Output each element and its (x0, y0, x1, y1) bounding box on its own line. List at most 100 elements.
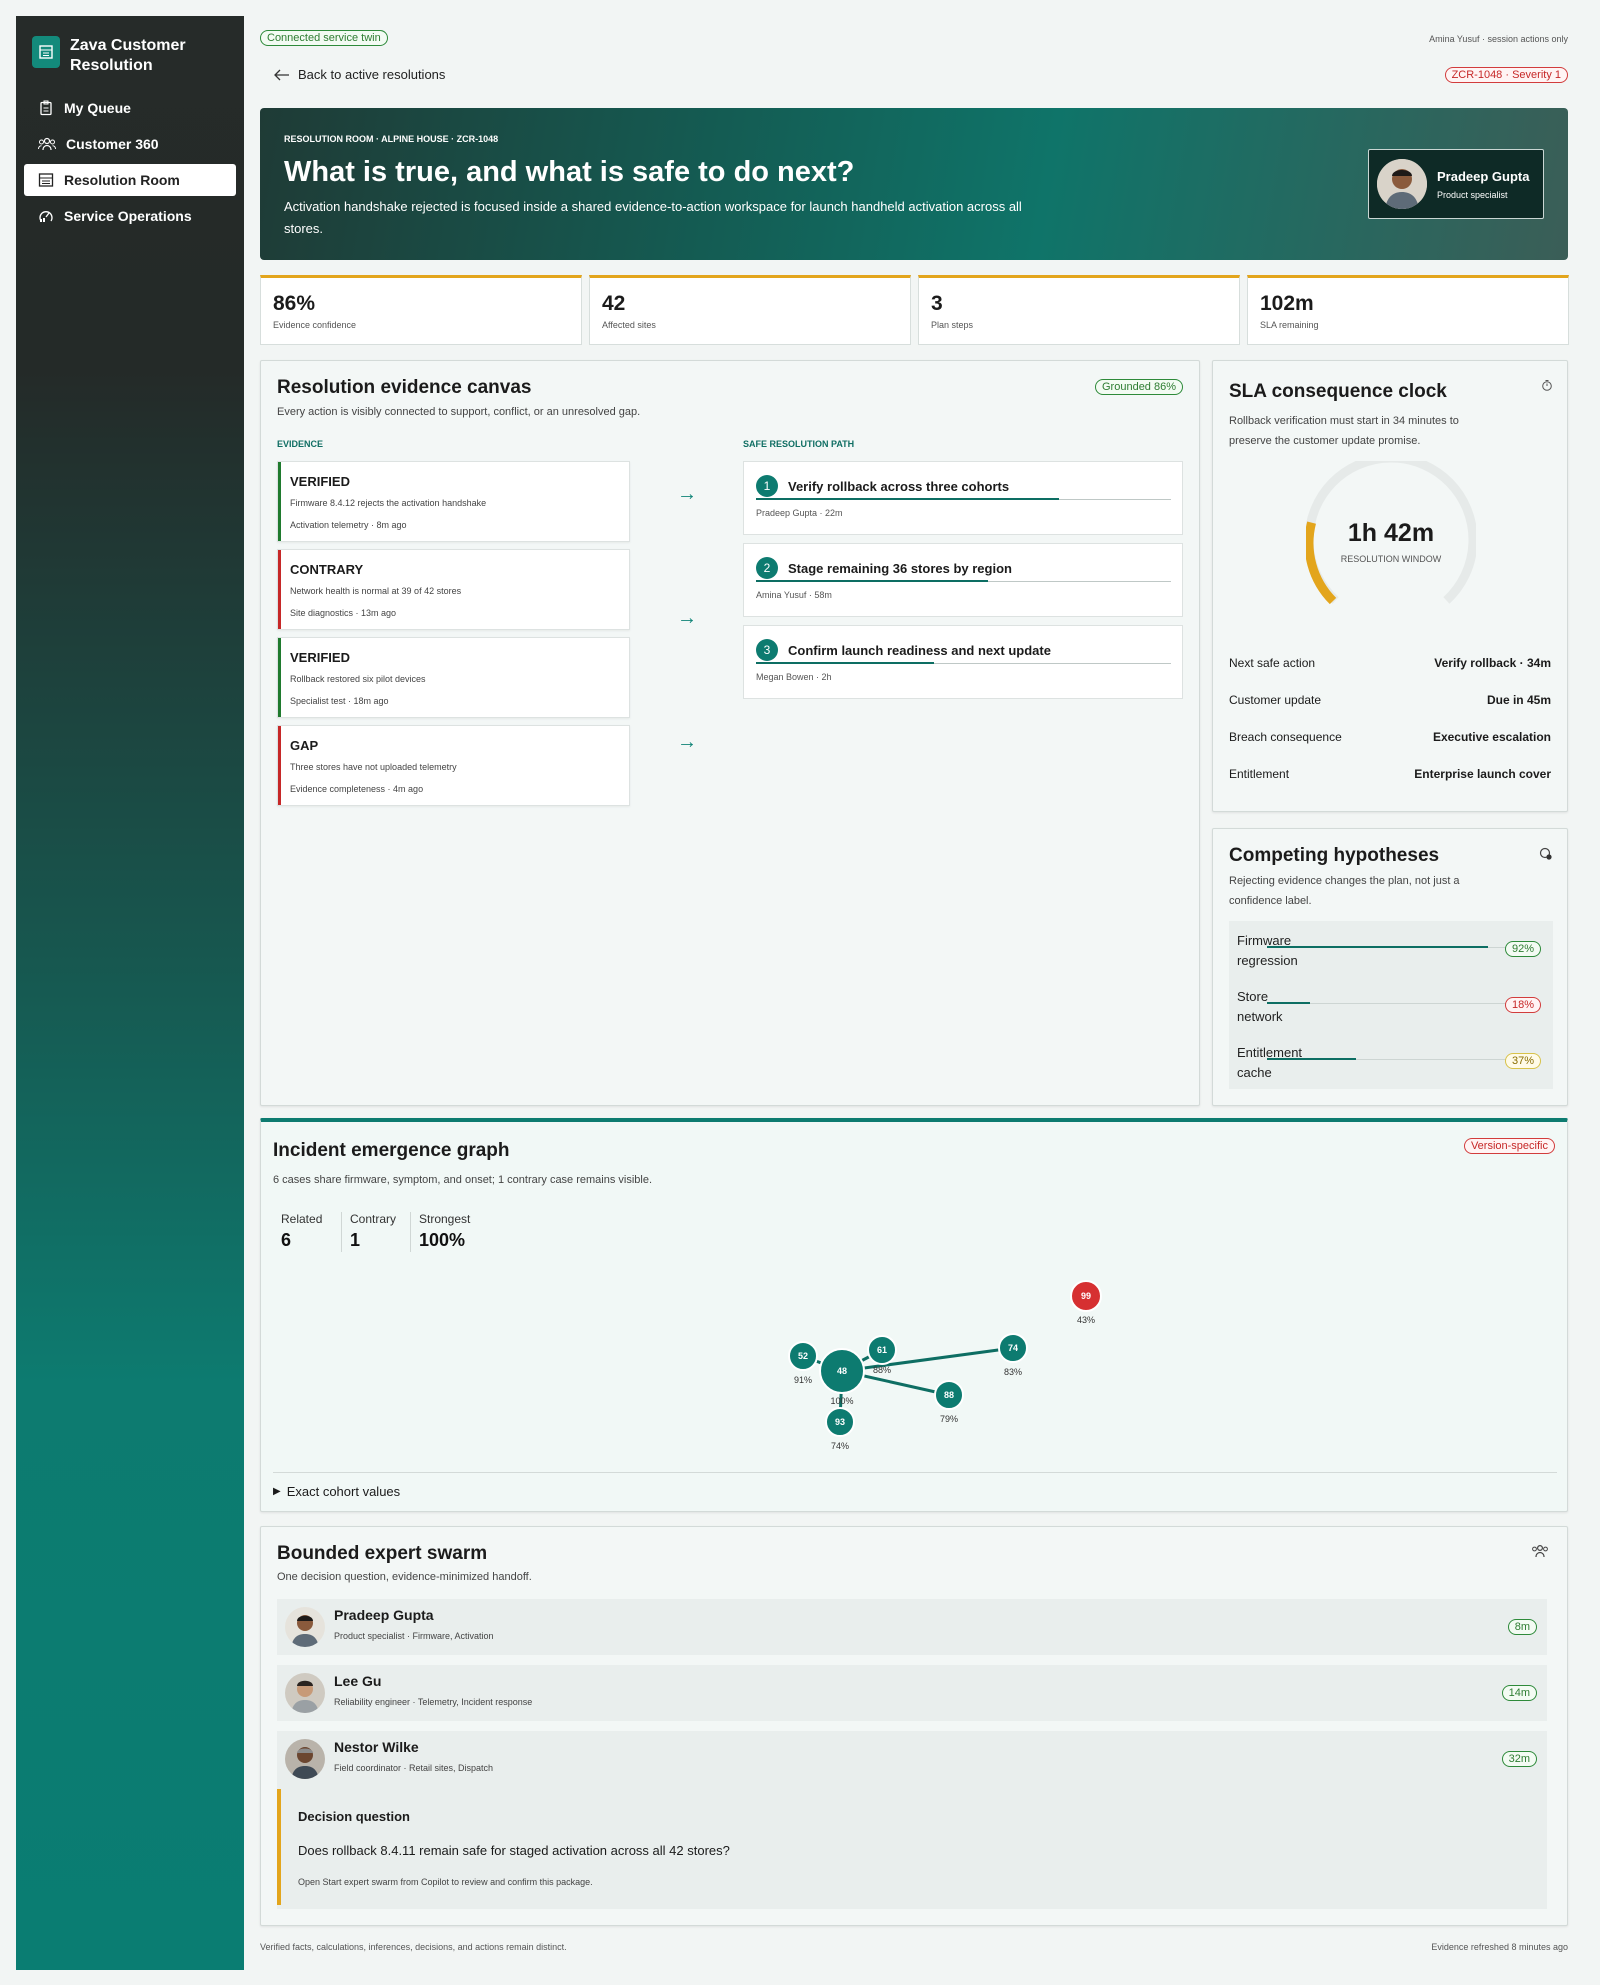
sla-row-label: Next safe action (1229, 656, 1316, 670)
node-pct: 43% (1077, 1315, 1095, 1325)
sla-row-value: Due in 45m (1486, 693, 1551, 707)
evidence-item[interactable]: VERIFIED Rollback restored six pilot devi… (277, 637, 630, 718)
expert-name: Lee Gu (334, 1673, 382, 1689)
hypothesis-name-line: Store (1237, 989, 1269, 1004)
avatar (285, 1607, 325, 1647)
graph-node[interactable]: 74 83% (998, 1333, 1028, 1377)
divider (341, 1212, 342, 1252)
incident-graph-card: Incident emergence graph Version-specifi… (260, 1118, 1568, 1512)
expert-row[interactable]: Lee Gu Reliability engineer · Telemetry,… (277, 1665, 1547, 1721)
canvas-title: Resolution evidence canvas (277, 377, 532, 398)
evidence-label: EVIDENCE (277, 439, 324, 449)
step-meta: Amina Yusuf · 58m (756, 590, 832, 600)
step-progress-track (756, 580, 1171, 582)
footer-refresh: Evidence refreshed 8 minutes ago (1431, 1942, 1568, 1952)
swarm-subtitle: One decision question, evidence-minimize… (277, 1571, 532, 1583)
hypothesis-name: Entitlement cache (1237, 1043, 1302, 1083)
step-progress-fill (756, 498, 1059, 500)
graph-node[interactable]: 48 100% (819, 1348, 865, 1406)
expert-row[interactable]: Pradeep Gupta Product specialist · Firmw… (277, 1599, 1547, 1655)
step-meta: Megan Bowen · 2h (756, 672, 832, 682)
canvas-subtitle: Every action is visibly connected to sup… (277, 406, 641, 418)
expert-eta: 14m (1501, 1685, 1537, 1701)
evidence-item[interactable]: GAP Three stores have not uploaded teleme… (277, 725, 630, 806)
graph-subtitle: 6 cases share firmware, symptom, and ons… (273, 1174, 653, 1186)
node-pct: 79% (940, 1414, 958, 1424)
hypothesis-item[interactable]: Entitlement cache 37% (1229, 1033, 1553, 1089)
back-link[interactable]: Back to active resolutions (274, 67, 445, 82)
path-label: SAFE RESOLUTION PATH (743, 439, 855, 449)
brand[interactable]: Zava Customer Resolution (32, 36, 232, 76)
step-number: 1 (756, 475, 778, 497)
clipboard-icon (40, 100, 52, 116)
graph-node[interactable]: 88 79% (934, 1380, 964, 1424)
plan-step[interactable]: 2 Stage remaining 36 stores by region Amin… (743, 543, 1183, 617)
clock-label: RESOLUTION WINDOW (1340, 554, 1442, 564)
kpi-value: 42 (602, 292, 626, 315)
owner-card[interactable]: Pradeep Gupta Product specialist (1368, 149, 1544, 219)
kpi-value: 3 (931, 292, 943, 315)
evidence-text: Rollback restored six pilot devices (290, 674, 426, 684)
hypothesis-item[interactable]: Store network 18% (1229, 977, 1553, 1033)
nav-item-customer-360[interactable]: Customer 360 (24, 128, 236, 160)
hypothesis-track (1267, 946, 1507, 948)
stat-related: Related 6 (281, 1212, 322, 1251)
decision-hint: Open Start expert swarm from Copilot to … (298, 1877, 593, 1887)
evidence-marker (278, 550, 281, 629)
owner-name: Pradeep Gupta (1437, 168, 1530, 184)
graph-node[interactable]: 93 74% (825, 1407, 855, 1451)
kpi-label: SLA remaining (1260, 320, 1319, 330)
hypotheses-card: Competing hypotheses Rejecting evidence … (1212, 828, 1568, 1106)
evidence-kind: GAP (290, 738, 319, 753)
kpi-affected-sites: 42 Affected sites (589, 275, 911, 345)
node-id: 61 (877, 1345, 887, 1355)
hypothesis-item[interactable]: Firmware regression 92% (1229, 921, 1553, 977)
kpi-value: 102m (1260, 292, 1314, 315)
evidence-meta: Evidence completeness · 4m ago (290, 784, 424, 794)
plan-step[interactable]: 1 Verify rollback across three cohorts Pra… (743, 461, 1183, 535)
graph-node[interactable]: 52 91% (788, 1341, 818, 1385)
plan-step[interactable]: 3 Confirm launch readiness and next updat… (743, 625, 1183, 699)
expert-eta: 8m (1507, 1619, 1537, 1635)
node-id: 99 (1081, 1291, 1091, 1301)
hypothesis-fill (1267, 946, 1488, 948)
kpi-label: Evidence confidence (273, 320, 357, 330)
hypothesis-name: Store network (1237, 987, 1283, 1027)
sla-row-label: Entitlement (1229, 767, 1290, 781)
arrow-left-icon (274, 69, 289, 80)
hypothesis-name-line: Firmware (1237, 933, 1292, 948)
evidence-item[interactable]: CONTRARY Network health is normal at 39 o… (277, 549, 630, 630)
nav-item-service-operations[interactable]: Service Operations (24, 200, 236, 232)
decision-question-panel: Decision question Does rollback 8.4.11 r… (277, 1789, 1547, 1905)
hero-kicker: RESOLUTION ROOM · ALPINE HOUSE · ZCR-104… (284, 134, 499, 144)
nav-item-resolution-room[interactable]: Resolution Room (24, 164, 236, 196)
node-pct: 88% (873, 1365, 891, 1375)
stat-contrary: Contrary 1 (350, 1212, 396, 1251)
version-badge: Version-specific (1463, 1138, 1555, 1154)
graph-node-contrary[interactable]: 99 43% (1070, 1280, 1102, 1325)
sla-row-value: Executive escalation (1432, 730, 1551, 744)
severity-pill: ZCR-1048 · Severity 1 (1444, 67, 1568, 83)
building-icon (32, 36, 60, 68)
kpi-plan-steps: 3 Plan steps (918, 275, 1240, 345)
graph-node[interactable]: 61 88% (867, 1335, 897, 1375)
swarm-title: Bounded expert swarm (277, 1543, 488, 1564)
stat-label: Strongest (419, 1212, 471, 1226)
node-id: 52 (798, 1351, 808, 1361)
evidence-item[interactable]: VERIFIED Firmware 8.4.12 rejects the acti… (277, 461, 630, 542)
kpi-label: Plan steps (931, 320, 974, 330)
decision-label: Decision question (298, 1809, 410, 1824)
cohort-details-toggle[interactable]: ▶ Exact cohort values (273, 1484, 400, 1499)
nav-item-my-queue[interactable]: My Queue (24, 92, 236, 124)
hypothesis-name: Firmware regression (1237, 931, 1298, 971)
arrow-right-icon: → (677, 607, 697, 629)
expert-eta: 32m (1501, 1751, 1537, 1767)
evidence-meta: Activation telemetry · 8m ago (290, 520, 407, 530)
hypothesis-track (1267, 1058, 1507, 1060)
stat-value: 6 (281, 1230, 292, 1250)
sla-title: SLA consequence clock (1229, 381, 1447, 402)
expert-row[interactable]: Nestor Wilke Field coordinator · Retail … (277, 1731, 1547, 1909)
stat-value: 100% (419, 1230, 466, 1250)
hypothesis-name-line: network (1237, 1009, 1283, 1024)
evidence-marker (278, 638, 281, 717)
